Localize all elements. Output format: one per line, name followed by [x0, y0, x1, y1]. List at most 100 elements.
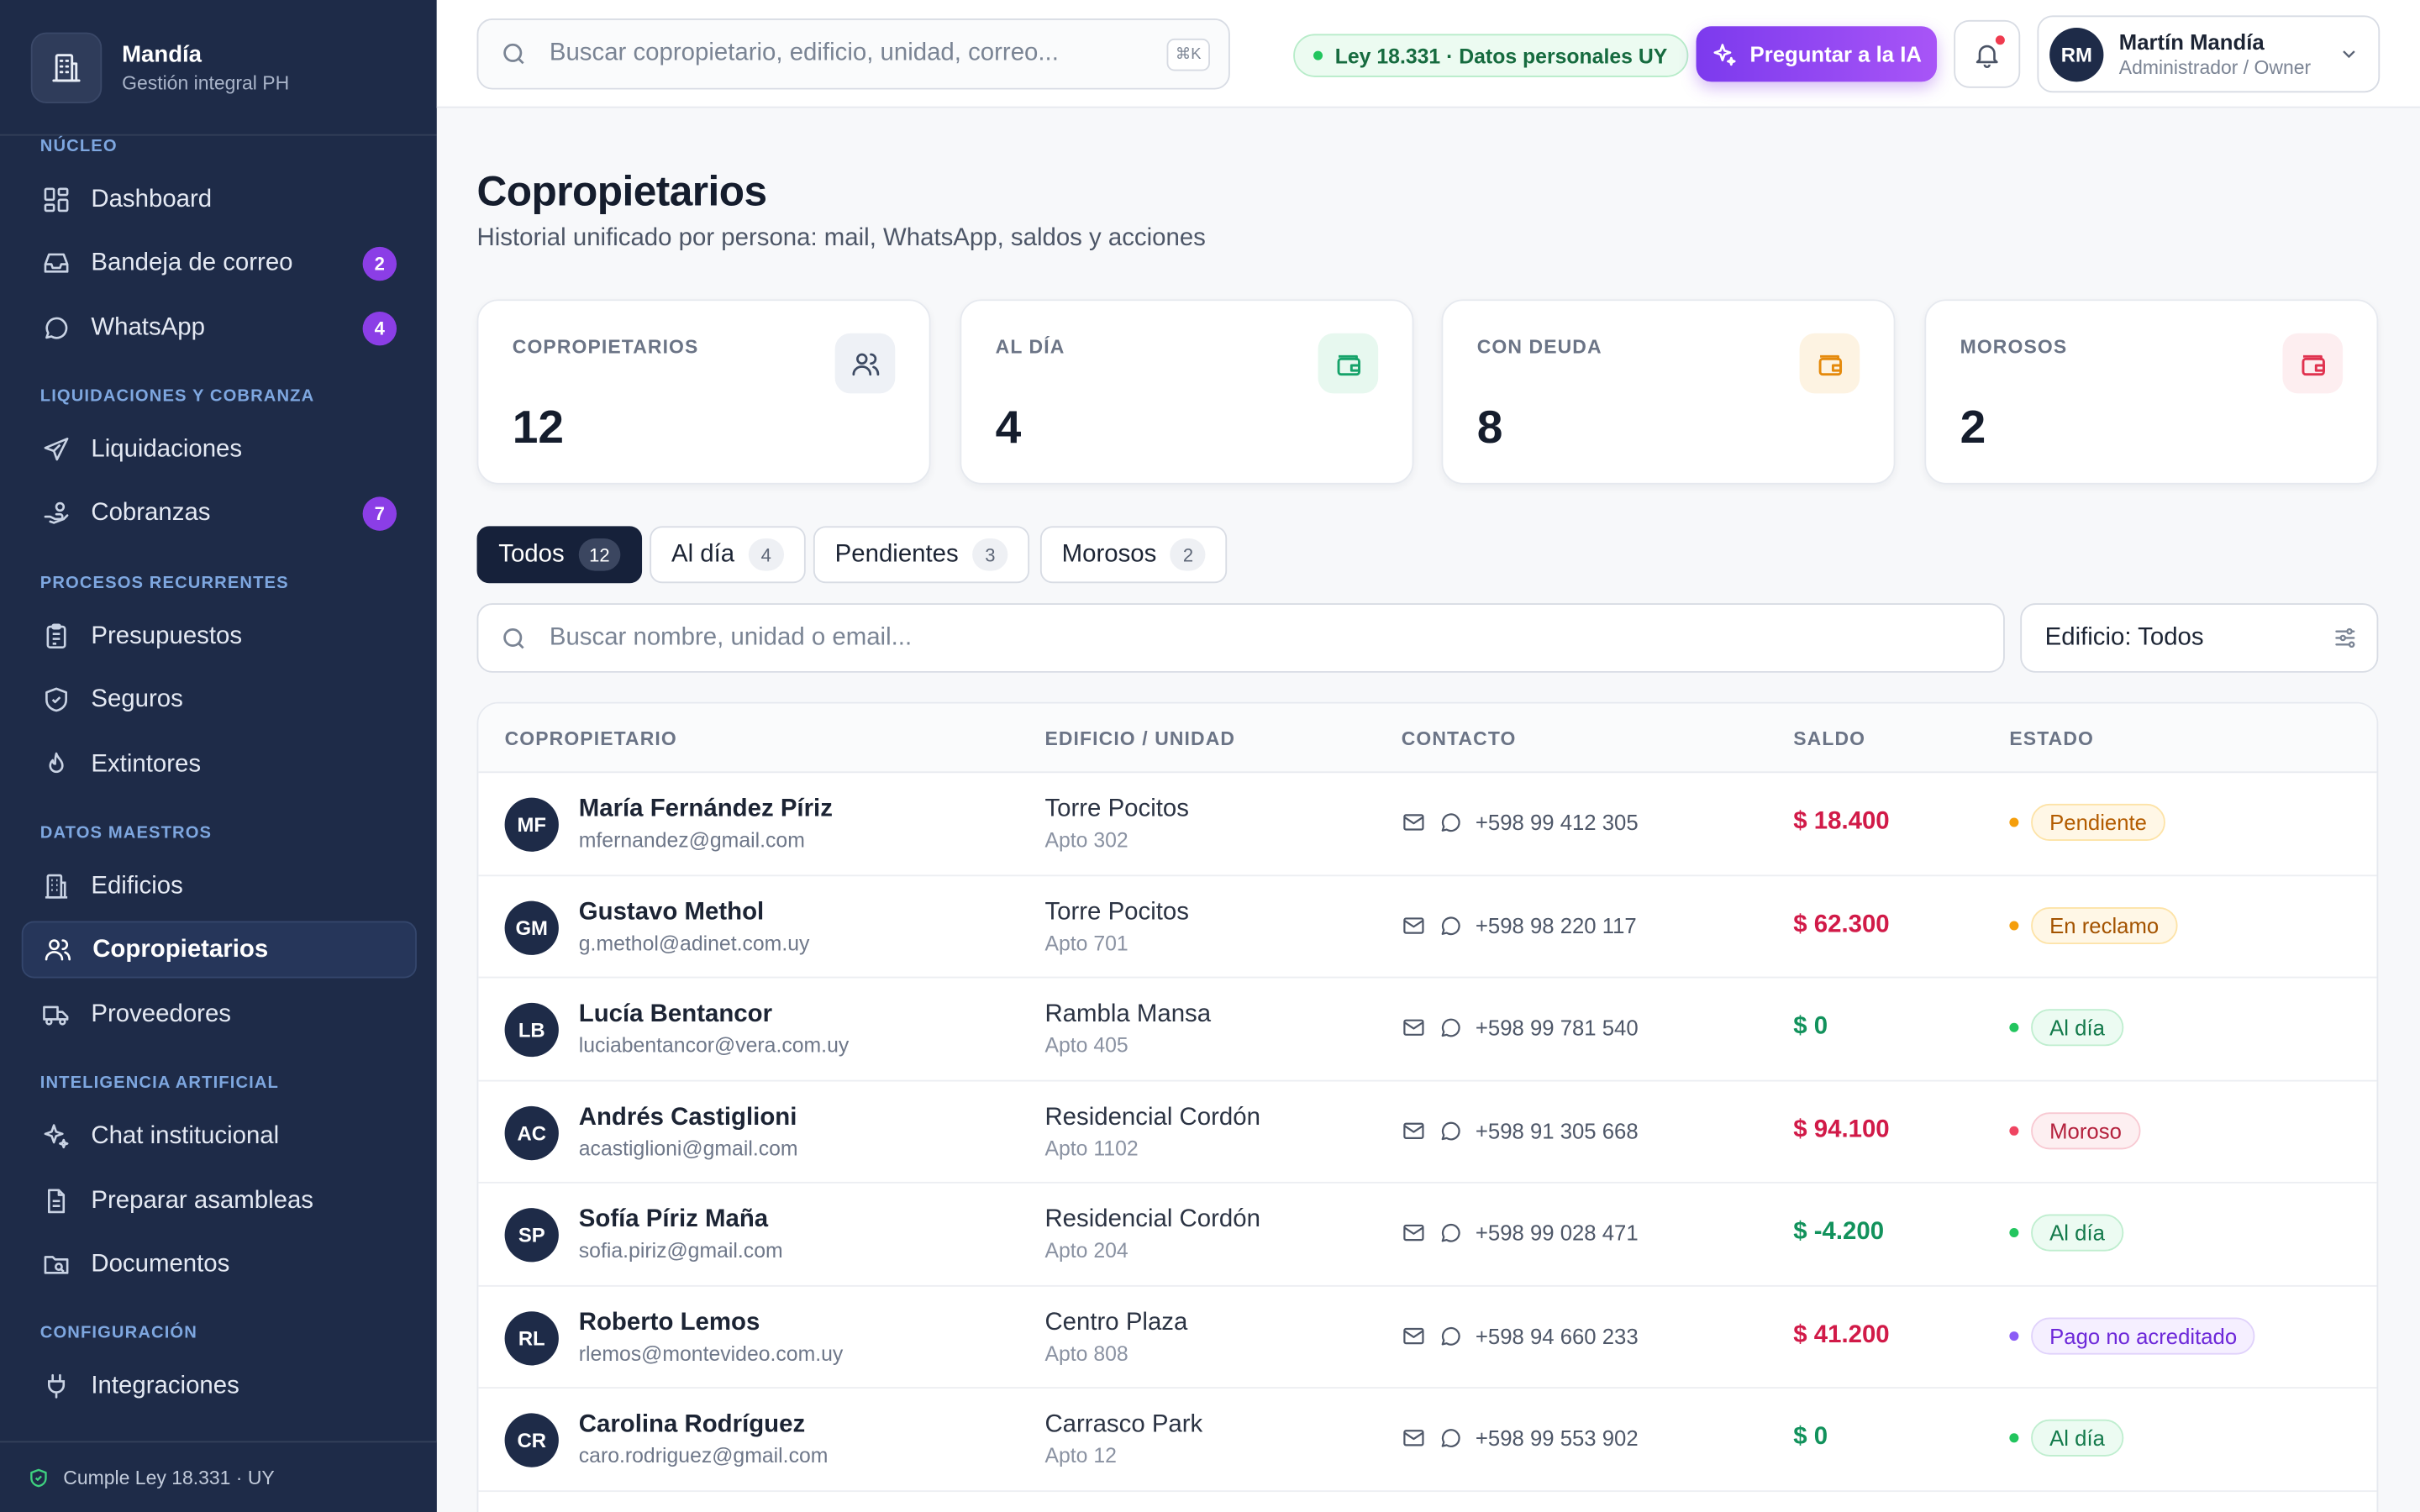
- avatar: SP: [504, 1208, 559, 1263]
- mail-icon[interactable]: [1402, 912, 1426, 937]
- sidebar-item-preparar-asambleas[interactable]: Preparar asambleas: [22, 1173, 417, 1230]
- mail-icon[interactable]: [1402, 1323, 1426, 1347]
- notifications-button[interactable]: [1954, 19, 2021, 88]
- tab-label: Al día: [671, 540, 735, 567]
- owner-name[interactable]: Sofía Píriz Maña: [579, 1206, 768, 1234]
- avatar: MF: [504, 797, 559, 852]
- contact-cell: +598 99 553 902: [1402, 1425, 1639, 1450]
- document-icon: [40, 1186, 71, 1217]
- sidebar-item-extintores[interactable]: Extintores: [22, 736, 417, 793]
- whatsapp-icon[interactable]: [1439, 912, 1463, 937]
- table-row[interactable]: CR Carolina Rodríguez caro.rodriguez@gmail…: [478, 1389, 2377, 1492]
- building-filter-select[interactable]: Edificio: Todos: [2020, 603, 2379, 673]
- owner-name[interactable]: Andrés Castiglioni: [579, 1104, 797, 1131]
- mail-icon[interactable]: [1402, 810, 1426, 834]
- balance-value: $ 0: [1793, 1013, 1828, 1040]
- column-header-saldo[interactable]: SALDO: [1793, 728, 1865, 750]
- sidebar-item-edificios[interactable]: Edificios: [22, 858, 417, 915]
- flame-icon: [40, 749, 71, 780]
- table-row[interactable]: SP Sofía Píriz Maña sofia.piriz@gmail.com R…: [478, 1184, 2377, 1286]
- sidebar-item-presupuestos[interactable]: Presupuestos: [22, 608, 417, 665]
- stat-card-morosos: MOROSOS 2: [1924, 299, 2379, 485]
- phone-number: +598 99 781 540: [1475, 1015, 1639, 1040]
- sidebar-item-dashboard[interactable]: Dashboard: [22, 171, 417, 228]
- owner-name[interactable]: Roberto Lemos: [579, 1309, 760, 1336]
- tab-todos[interactable]: Todos 12: [476, 526, 643, 584]
- mail-icon[interactable]: [1402, 1221, 1426, 1245]
- table-row[interactable]: GM Gustavo Methol g.methol@adinet.com.uy To…: [478, 875, 2377, 979]
- status-dot: [1313, 50, 1323, 60]
- nav-section-procesos: PROCESOS RECURRENTES: [39, 574, 289, 593]
- nav-section-configuracion: CONFIGURACIÓN: [39, 1323, 197, 1342]
- sidebar: Mandía Gestión integral PH NÚCLEO Dashbo…: [0, 0, 437, 1512]
- owner-search-input[interactable]: Buscar nombre, unidad o email...: [476, 603, 2005, 673]
- sidebar-item-seguros[interactable]: Seguros: [22, 671, 417, 728]
- ask-ai-button[interactable]: Preguntar a la IA: [1696, 26, 1938, 82]
- table-row[interactable]: RL Roberto Lemos rlemos@montevideo.com.uy C…: [478, 1286, 2377, 1389]
- column-header-contacto[interactable]: CONTACTO: [1402, 728, 1517, 750]
- whatsapp-icon[interactable]: [1439, 1221, 1463, 1245]
- owner-email: rlemos@montevideo.com.uy: [578, 1341, 844, 1365]
- table-row[interactable]: MF María Fernández Píriz mfernandez@gmail.…: [478, 773, 2377, 876]
- balance-value: $ 18.400: [1793, 808, 1890, 835]
- sidebar-item-label: Liquidaciones: [91, 435, 243, 463]
- wallet-icon: [2282, 333, 2344, 394]
- sidebar-item-copropietarios[interactable]: Copropietarios: [21, 921, 417, 979]
- whatsapp-icon[interactable]: [1439, 1323, 1463, 1347]
- owner-name[interactable]: Carolina Rodríguez: [579, 1412, 805, 1440]
- status-dot: [2009, 1331, 2019, 1341]
- inbox-icon: [40, 248, 71, 279]
- sidebar-item-chat-institucional[interactable]: Chat institucional: [22, 1108, 417, 1165]
- avatar: RM: [2049, 27, 2104, 81]
- column-header-estado[interactable]: ESTADO: [2009, 728, 2094, 750]
- sidebar-item-label: Cobranzas: [91, 499, 211, 526]
- sidebar-item-integraciones[interactable]: Integraciones: [22, 1357, 417, 1415]
- sidebar-item-cobranzas[interactable]: Cobranzas 7: [22, 485, 417, 542]
- mail-icon[interactable]: [1402, 1118, 1426, 1142]
- sidebar-item-bandeja[interactable]: Bandeja de correo 2: [22, 234, 417, 291]
- whatsapp-icon[interactable]: [1439, 1425, 1463, 1450]
- sidebar-item-liquidaciones[interactable]: Liquidaciones: [22, 421, 417, 478]
- building-name: Centro Plaza: [1044, 1309, 1188, 1336]
- whatsapp-icon[interactable]: [1439, 1118, 1463, 1142]
- status-badge: Pendiente: [2031, 803, 2166, 842]
- page-subtitle: Historial unificado por persona: mail, W…: [476, 225, 1206, 252]
- unit-label: Apto 701: [1044, 931, 1128, 954]
- search-placeholder: Buscar nombre, unidad o email...: [549, 623, 913, 651]
- mail-icon[interactable]: [1402, 1016, 1426, 1040]
- table-row[interactable]: AC Andrés Castiglioni acastiglioni@gmail.c…: [478, 1081, 2377, 1184]
- column-header-edificio[interactable]: EDIFICIO / UNIDAD: [1044, 728, 1235, 750]
- owner-name[interactable]: Lucía Bentancor: [579, 1001, 772, 1029]
- user-menu[interactable]: RM Martín Mandía Administrador / Owner: [2037, 15, 2381, 93]
- column-header-copropietario[interactable]: COPROPIETARIO: [505, 728, 677, 750]
- sidebar-item-label: Edificios: [91, 872, 183, 899]
- owner-name[interactable]: Gustavo Methol: [579, 899, 764, 927]
- balance-value: $ 62.300: [1793, 911, 1890, 937]
- whatsapp-icon[interactable]: [1439, 810, 1463, 834]
- phone-number: +598 99 412 305: [1475, 810, 1639, 835]
- sidebar-item-proveedores[interactable]: Proveedores: [22, 986, 417, 1043]
- owner-name[interactable]: María Fernández Píriz: [579, 796, 833, 824]
- global-search-input[interactable]: Buscar copropietario, edificio, unidad, …: [476, 18, 1230, 90]
- owner-email: luciabentancor@vera.com.uy: [578, 1033, 850, 1058]
- mail-icon[interactable]: [1402, 1425, 1426, 1450]
- table-row[interactable]: LB Lucía Bentancor luciabentancor@vera.com…: [478, 978, 2377, 1081]
- tab-count: 2: [1170, 538, 1207, 571]
- brand[interactable]: Mandía Gestión integral PH: [0, 0, 437, 136]
- phone-number: +598 91 305 668: [1475, 1117, 1639, 1143]
- user-role: Administrador / Owner: [2118, 56, 2312, 79]
- status-dot: [2009, 1022, 2019, 1032]
- tab-pendientes[interactable]: Pendientes 3: [813, 526, 1030, 584]
- sidebar-item-whatsapp[interactable]: WhatsApp 4: [22, 299, 417, 356]
- status-dot: [2009, 1125, 2019, 1135]
- tab-morosos[interactable]: Morosos 2: [1039, 526, 1228, 584]
- tab-al-dia[interactable]: Al día 4: [650, 526, 806, 584]
- tab-label: Pendientes: [834, 540, 959, 567]
- whatsapp-icon[interactable]: [1439, 1016, 1463, 1040]
- phone-number: +598 99 553 902: [1475, 1425, 1639, 1451]
- wallet-icon: [1799, 333, 1860, 394]
- search-icon: [500, 40, 528, 68]
- stat-card-al-dia: AL DÍA 4: [960, 299, 1414, 485]
- sidebar-item-documentos[interactable]: Documentos: [22, 1236, 417, 1293]
- keyboard-shortcut: ⌘K: [1166, 38, 1210, 71]
